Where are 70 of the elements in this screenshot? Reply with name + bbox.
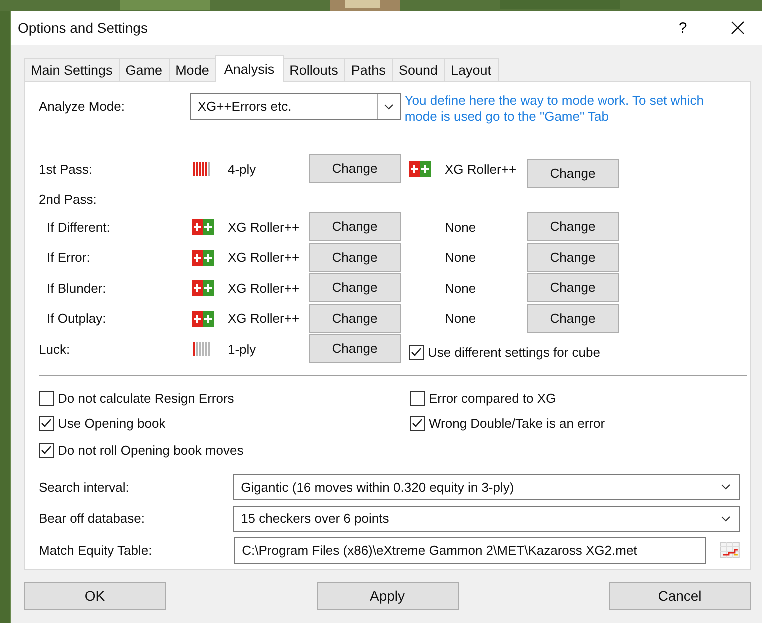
dropdown[interactable]: Gigantic (16 moves within 0.320 equity in 3-ply) xyxy=(233,474,740,500)
change-button[interactable]: Change xyxy=(309,273,401,302)
dropdown[interactable]: 15 checkers over 6 points xyxy=(233,506,740,532)
window-title: Options and Settings xyxy=(18,20,148,36)
change-button[interactable]: Change xyxy=(309,212,401,242)
engine-name: XG Roller++ xyxy=(228,250,301,266)
engine-name: None xyxy=(445,280,478,296)
file-path-field[interactable]: C:\Program Files (x86)\eXtreme Gammon 2\MET\Kazaross XG2.met xyxy=(234,536,706,564)
field-label: Search interval: xyxy=(39,480,130,495)
pass-label: 2nd Pass: xyxy=(39,192,98,207)
engine-name: None xyxy=(445,311,478,326)
roller-icon xyxy=(192,310,214,327)
table-icon[interactable] xyxy=(720,542,740,558)
field-label: Bear off database: xyxy=(39,511,146,526)
checkbox-label: Use different settings for cube xyxy=(428,344,600,360)
checkbox[interactable] xyxy=(39,416,54,430)
hint-text: You define here the way to mode work. To set which mode is used go to the "Game" Tab xyxy=(404,93,706,125)
roller-icon xyxy=(192,250,214,266)
change-button[interactable]: Change xyxy=(527,242,619,272)
change-button[interactable]: Change xyxy=(527,273,619,302)
tab[interactable]: Analysis xyxy=(215,55,284,82)
checkbox[interactable] xyxy=(410,390,425,406)
checkbox-label: Error compared to XG xyxy=(429,390,556,406)
change-button[interactable]: Change xyxy=(309,304,401,333)
help-button[interactable]: ? xyxy=(668,13,698,43)
checkbox-label: Wrong Double/Take is an error xyxy=(429,416,606,430)
engine-name: XG Roller++ xyxy=(228,311,301,326)
pass-label: If Outplay: xyxy=(46,311,108,326)
checkbox[interactable] xyxy=(39,443,54,458)
tab[interactable]: Layout xyxy=(444,58,499,81)
change-button[interactable]: Change xyxy=(527,159,619,188)
bars-icon xyxy=(192,341,212,358)
change-button[interactable]: Change xyxy=(309,154,401,183)
engine-name: XG Roller++ xyxy=(228,280,301,296)
bars-icon xyxy=(192,161,212,177)
pass-label: If Error: xyxy=(46,250,92,266)
change-button[interactable]: Change xyxy=(309,334,401,364)
checkbox-label: Do not roll Opening book moves xyxy=(58,443,244,458)
engine-name: None xyxy=(445,250,478,266)
change-button[interactable]: Change xyxy=(527,212,619,242)
checkbox[interactable] xyxy=(39,390,54,406)
engine-name: 4-ply xyxy=(228,162,258,176)
roller-icon xyxy=(192,219,214,236)
roller-icon xyxy=(192,280,214,296)
close-icon xyxy=(731,21,745,35)
dialog-button[interactable]: OK xyxy=(24,582,166,610)
tab[interactable]: Main Settings xyxy=(24,58,120,81)
engine-name: None xyxy=(445,220,478,235)
checkbox[interactable] xyxy=(410,416,425,430)
change-button[interactable]: Change xyxy=(527,304,619,333)
pass-label: If Different: xyxy=(46,220,112,235)
checkbox-label: Use Opening book xyxy=(58,416,166,430)
chevron-down-icon xyxy=(721,484,731,490)
dialog-button[interactable]: Apply xyxy=(316,582,458,610)
chevron-down-icon xyxy=(721,516,731,522)
change-button[interactable]: Change xyxy=(309,242,401,272)
pass-label: Luck: xyxy=(39,342,72,357)
field-label: Analyze Mode: xyxy=(39,98,126,114)
checkbox[interactable] xyxy=(409,344,424,360)
chevron-down-icon xyxy=(384,104,394,110)
engine-name: XG Roller++ xyxy=(228,220,301,235)
analyze-mode-dropdown[interactable]: XG++Errors etc. xyxy=(190,93,401,120)
pass-label: If Blunder: xyxy=(46,280,108,296)
engine-name: XG Roller++ xyxy=(445,162,518,176)
dialog-button[interactable]: Cancel xyxy=(609,582,751,610)
engine-name: 1-ply xyxy=(228,342,258,357)
pass-label: 1st Pass: xyxy=(39,162,94,176)
checkbox-label: Do not calculate Resign Errors xyxy=(58,390,234,406)
field-label: Match Equity Table: xyxy=(39,542,154,558)
roller-icon xyxy=(409,161,431,177)
